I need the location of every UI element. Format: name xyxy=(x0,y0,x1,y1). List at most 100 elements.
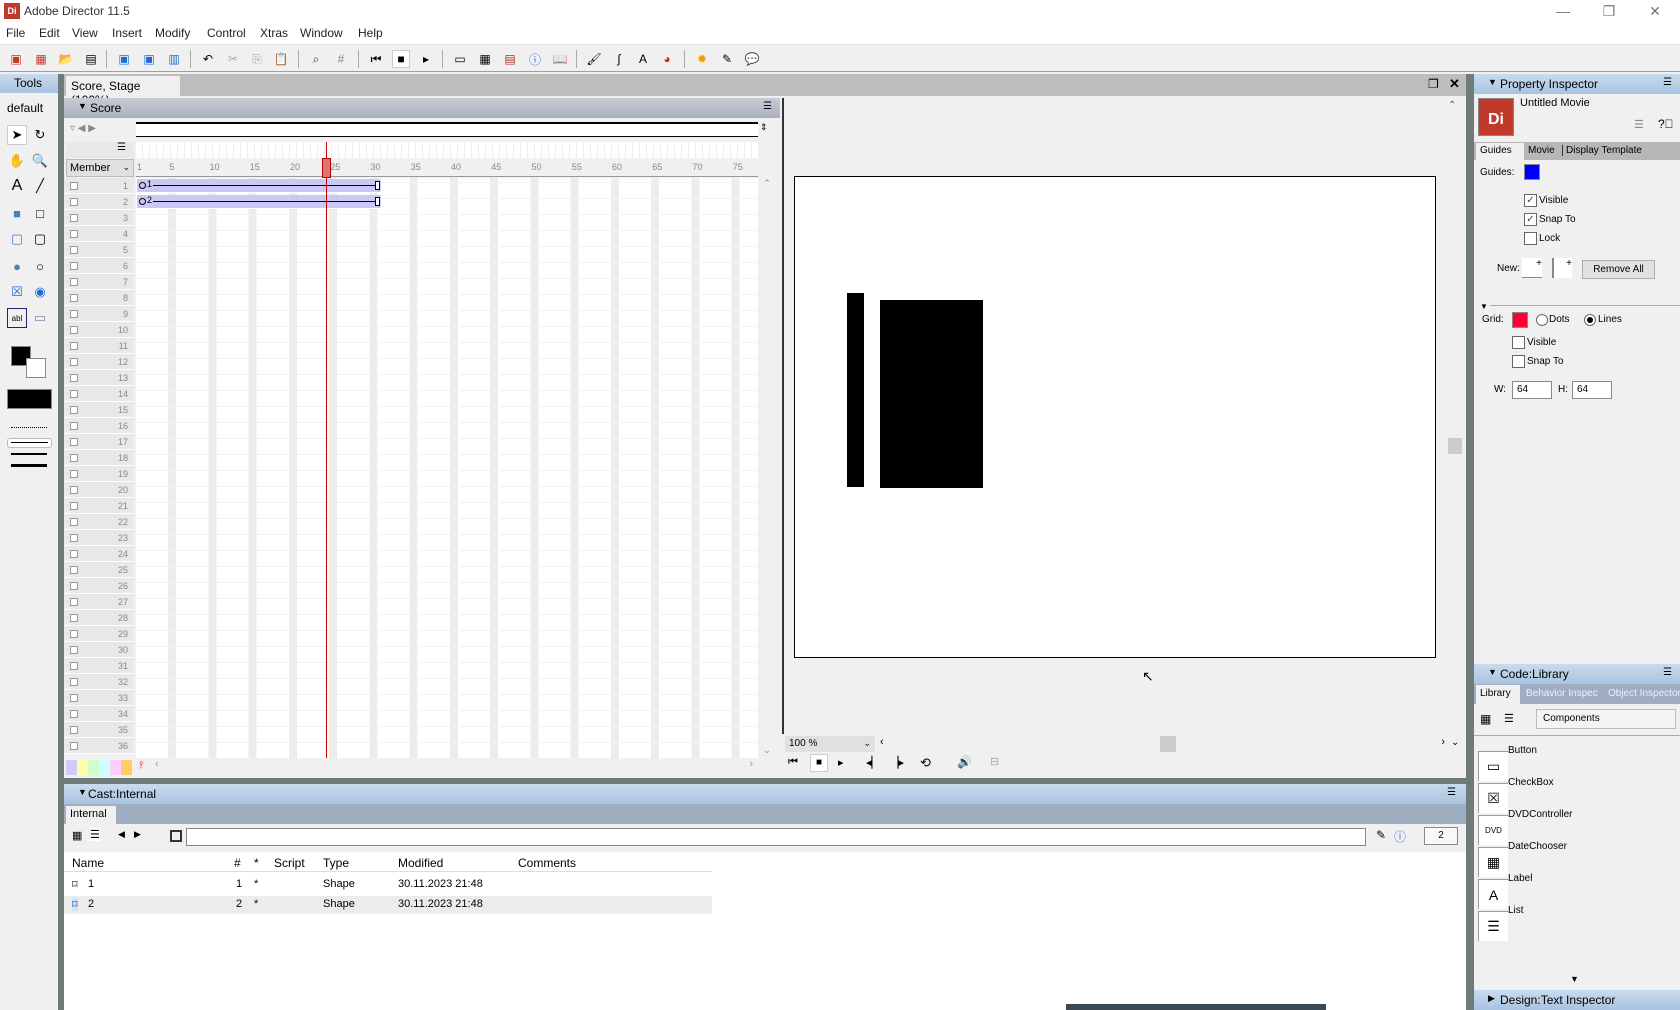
menu-edit[interactable]: Edit xyxy=(39,26,60,40)
scroll-right-icon[interactable]: › xyxy=(749,758,753,770)
marker-channel[interactable] xyxy=(136,122,758,137)
scroll-down-arrow-icon[interactable]: ▼ xyxy=(1570,974,1579,984)
line-width-3[interactable] xyxy=(11,464,47,467)
line-width-2[interactable] xyxy=(11,453,47,455)
cast-row[interactable]: ⌑ 2 2 * Shape 30.11.2023 21:48 xyxy=(64,896,712,914)
channel-mute-toggle[interactable] xyxy=(70,678,78,686)
filled-round-rect-tool-icon[interactable]: ▢ xyxy=(7,229,27,249)
script-icon[interactable]: ✹ xyxy=(693,50,711,68)
label-component-icon[interactable]: A xyxy=(1478,879,1508,909)
channel-mute-toggle[interactable] xyxy=(70,646,78,654)
scroll-left-icon[interactable]: ‹ xyxy=(155,758,159,770)
panel-menu-icon[interactable]: ☰ xyxy=(763,101,772,112)
library-category-select[interactable]: Components xyxy=(1536,709,1676,729)
stage-hscroll-thumb[interactable] xyxy=(1160,736,1176,752)
step-back-icon[interactable]: ◂▏ xyxy=(866,756,880,769)
zoom-marker-icon[interactable]: ⫯ xyxy=(139,760,143,771)
grid-width-input[interactable]: 64 xyxy=(1512,381,1552,399)
col-script[interactable]: Script xyxy=(274,856,305,870)
channel-mute-toggle[interactable] xyxy=(70,470,78,478)
text-icon[interactable]: A xyxy=(634,50,652,68)
sprite-1-shape[interactable] xyxy=(847,293,864,487)
channel-mute-toggle[interactable] xyxy=(70,518,78,526)
library-item-label[interactable]: CheckBox xyxy=(1508,777,1554,788)
channel-mute-toggle[interactable] xyxy=(70,342,78,350)
sprite-2-shape[interactable] xyxy=(880,300,983,488)
grid-height-input[interactable]: 64 xyxy=(1572,381,1612,399)
guides-lock-checkbox[interactable] xyxy=(1524,232,1537,245)
volume-icon[interactable]: 🔊 xyxy=(957,755,972,769)
stage-scroll-down-icon[interactable]: ⌄ xyxy=(1451,737,1459,748)
stage-window-icon[interactable]: ▭ xyxy=(451,50,469,68)
frame-ruler[interactable] xyxy=(136,159,758,177)
cast-row[interactable]: ⌑ 1 1 * Shape 30.11.2023 21:48 xyxy=(64,878,712,896)
align-icon[interactable]: # xyxy=(332,50,350,68)
sprite-start-keyframe[interactable] xyxy=(139,182,146,189)
tool-preset-selector[interactable]: default xyxy=(7,101,43,115)
menu-insert[interactable]: Insert xyxy=(112,26,142,40)
filled-ellipse-tool-icon[interactable]: ● xyxy=(7,256,27,276)
hand-tool-icon[interactable]: ✋ xyxy=(7,151,27,171)
col-modified[interactable]: Modified xyxy=(398,856,443,870)
restore-button[interactable]: ❐ xyxy=(1586,0,1632,22)
channel-mute-toggle[interactable] xyxy=(70,694,78,702)
field-tool-icon[interactable]: abl xyxy=(7,308,27,328)
behavior-channel-toggle[interactable]: ☰ xyxy=(66,142,134,158)
menu-control[interactable]: Control xyxy=(207,26,246,40)
channel-mute-toggle[interactable] xyxy=(70,374,78,382)
channel-mute-toggle[interactable] xyxy=(70,438,78,446)
sprite-end-keyframe[interactable] xyxy=(374,197,380,206)
stage-stop-icon[interactable]: ■ xyxy=(810,754,828,772)
channel-mute-toggle[interactable] xyxy=(70,246,78,254)
sprite-span[interactable]: 1 xyxy=(137,179,381,193)
sprite-color-swatch[interactable] xyxy=(110,760,121,775)
sprite-start-keyframe[interactable] xyxy=(139,198,146,205)
close-panel-icon[interactable]: ✕ xyxy=(1449,76,1460,92)
score-vscroll[interactable]: ⌃ ⌄ xyxy=(758,178,776,758)
collapse-arrow-icon[interactable]: ▼ xyxy=(1488,77,1497,87)
menu-modify[interactable]: Modify xyxy=(155,26,190,40)
sprite-color-swatch[interactable] xyxy=(88,760,99,775)
score-panel-header[interactable]: ▼ Score ☰ xyxy=(64,98,780,118)
import-icon[interactable]: ▤ xyxy=(82,50,100,68)
tab-display-template[interactable]: Display Template xyxy=(1562,145,1642,156)
copy-icon[interactable]: ⎘ xyxy=(248,50,266,68)
grid-dots-radio[interactable] xyxy=(1536,314,1548,326)
text-tool-icon[interactable]: A xyxy=(7,176,27,196)
menu-window[interactable]: Window xyxy=(300,26,343,40)
cut-icon[interactable]: ✂ xyxy=(224,50,242,68)
radio-tool-icon[interactable]: ◉ xyxy=(30,282,50,302)
library-view-icon[interactable]: ▦ xyxy=(1480,712,1491,726)
loop-icon[interactable]: ⟲ xyxy=(920,755,931,771)
grid-snap-checkbox[interactable] xyxy=(1512,355,1525,368)
checkbox-component-icon[interactable]: ☒ xyxy=(1478,783,1508,813)
stage-hscroll[interactable]: ‹ › xyxy=(880,736,1445,752)
stage-rewind-icon[interactable]: ⏮ xyxy=(788,756,798,769)
thumbnail-view-icon[interactable]: ▦ xyxy=(72,829,82,842)
channel-mute-toggle[interactable] xyxy=(70,326,78,334)
scroll-up-icon[interactable]: ⌃ xyxy=(758,178,776,189)
property-inspector-icon[interactable]: ⓘ xyxy=(526,50,544,68)
library-item-label[interactable]: Label xyxy=(1508,873,1532,884)
message-icon[interactable]: ✎ xyxy=(718,50,736,68)
line-tool-icon[interactable]: ╱ xyxy=(30,176,50,196)
next-cast-icon[interactable]: ▶ xyxy=(134,829,141,840)
paste-icon[interactable]: 📋 xyxy=(272,50,290,68)
design-text-inspector-header[interactable]: ▶ Design:Text Inspector xyxy=(1474,990,1680,1010)
line-width-none[interactable] xyxy=(11,427,47,428)
save-icon[interactable]: ▣ xyxy=(115,50,133,68)
marker-nav[interactable]: ▿ ◀ ▶ xyxy=(66,120,134,140)
open-icon[interactable]: 📂 xyxy=(57,50,75,68)
rotate-tool-icon[interactable]: ↻ xyxy=(30,125,50,145)
scroll-right-icon[interactable]: › xyxy=(1441,736,1445,748)
channel-mute-toggle[interactable] xyxy=(70,214,78,222)
score-stage-tab[interactable]: Score, Stage (100%) xyxy=(66,76,180,107)
menu-file[interactable]: File xyxy=(6,26,25,40)
ellipse-tool-icon[interactable]: ○ xyxy=(30,256,50,276)
filled-rect-tool-icon[interactable]: ■ xyxy=(7,203,27,223)
library-icon[interactable]: 📖 xyxy=(551,50,569,68)
grid-section-toggle-icon[interactable]: ▼ xyxy=(1480,302,1488,311)
sprite-color-swatch[interactable] xyxy=(66,760,77,775)
stage-scroll-up-icon[interactable]: ⌃ xyxy=(1448,100,1456,111)
channel-mute-toggle[interactable] xyxy=(70,310,78,318)
